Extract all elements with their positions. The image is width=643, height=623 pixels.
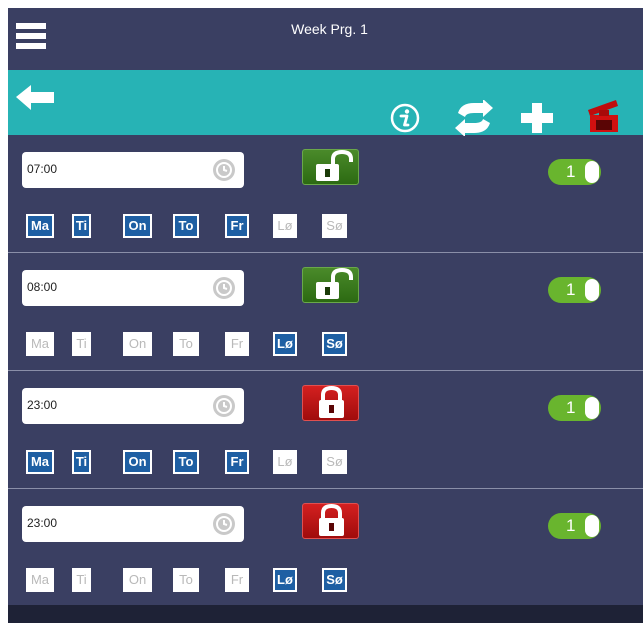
schedule-row: 07:00 1 Ma Ti On To Fr Lø Sø (8, 135, 643, 253)
time-value: 23:00 (27, 516, 58, 530)
time-value: 23:00 (27, 398, 58, 412)
day-toggle[interactable]: Sø (322, 568, 347, 592)
lock-closed-button[interactable] (302, 503, 359, 539)
day-toggle[interactable]: To (173, 214, 199, 238)
day-toggle[interactable]: Lø (273, 568, 297, 592)
info-icon[interactable] (390, 103, 420, 133)
clock-icon[interactable] (212, 158, 236, 182)
clock-icon[interactable] (212, 276, 236, 300)
toolbar (8, 70, 643, 136)
day-toggle[interactable]: Ti (72, 450, 91, 474)
lock-open-icon (303, 267, 360, 308)
clock-icon[interactable] (212, 394, 236, 418)
day-toggle[interactable]: To (173, 450, 199, 474)
lock-closed-icon (303, 385, 360, 426)
enable-toggle[interactable]: 1 (548, 395, 601, 421)
time-input[interactable]: 23:00 (22, 506, 244, 542)
day-toggle[interactable]: Ma (26, 568, 54, 592)
day-toggle[interactable]: Fr (225, 214, 249, 238)
lock-open-button[interactable] (302, 267, 359, 303)
day-toggle[interactable]: On (123, 568, 152, 592)
day-toggle[interactable]: Ti (72, 214, 91, 238)
schedule-row: 23:00 1 Ma Ti On To Fr Lø Sø (8, 489, 643, 607)
day-toggle[interactable]: Sø (322, 450, 347, 474)
day-toggle[interactable]: On (123, 332, 152, 356)
day-toggle[interactable]: Lø (273, 332, 297, 356)
lock-closed-icon (303, 503, 360, 544)
schedule-list: 07:00 1 Ma Ti On To Fr Lø Sø 08:00 1 Ma Ti On To Fr Lø Sø… (8, 135, 643, 607)
schedule-row: 23:00 1 Ma Ti On To Fr Lø Sø (8, 371, 643, 489)
lock-open-button[interactable] (302, 149, 359, 185)
toggle-label: 1 (566, 516, 576, 535)
sync-icon[interactable] (453, 100, 495, 136)
add-icon[interactable] (520, 102, 554, 134)
day-toggle[interactable]: On (123, 214, 152, 238)
clock-icon[interactable] (212, 512, 236, 536)
enable-toggle[interactable]: 1 (548, 277, 601, 303)
schedule-row: 08:00 1 Ma Ti On To Fr Lø Sø (8, 253, 643, 371)
lock-open-icon (303, 149, 360, 190)
day-toggle[interactable]: Ma (26, 332, 54, 356)
toggle-label: 1 (566, 398, 576, 417)
day-toggle[interactable]: Lø (273, 450, 297, 474)
day-toggle[interactable]: Ma (26, 450, 54, 474)
time-input[interactable]: 08:00 (22, 270, 244, 306)
time-input[interactable]: 07:00 (22, 152, 244, 188)
enable-toggle[interactable]: 1 (548, 159, 601, 185)
time-value: 07:00 (27, 162, 58, 176)
toggle-label: 1 (566, 162, 576, 181)
toggle-label: 1 (566, 280, 576, 299)
day-toggle[interactable]: On (123, 450, 152, 474)
day-toggle[interactable]: To (173, 568, 199, 592)
back-arrow-icon[interactable] (16, 84, 56, 114)
day-toggle[interactable]: To (173, 332, 199, 356)
day-toggle[interactable]: Lø (273, 214, 297, 238)
day-toggle[interactable]: Sø (322, 214, 347, 238)
day-toggle[interactable]: Fr (225, 568, 249, 592)
title-bar: Week Prg. 1 (8, 8, 643, 70)
toggle-knob (585, 515, 599, 537)
day-toggle[interactable]: Ti (72, 332, 91, 356)
app-window: Week Prg. 1 07:00 1 Ma Ti On To Fr Lø Sø 08:00 1 Ma… (8, 8, 643, 623)
time-input[interactable]: 23:00 (22, 388, 244, 424)
bottom-bar (8, 605, 643, 623)
toggle-knob (585, 279, 599, 301)
delete-icon[interactable] (586, 98, 622, 134)
enable-toggle[interactable]: 1 (548, 513, 601, 539)
day-toggle[interactable]: Ma (26, 214, 54, 238)
page-title: Week Prg. 1 (291, 21, 368, 37)
time-value: 08:00 (27, 280, 58, 294)
day-toggle[interactable]: Sø (322, 332, 347, 356)
toggle-knob (585, 397, 599, 419)
day-toggle[interactable]: Ti (72, 568, 91, 592)
lock-closed-button[interactable] (302, 385, 359, 421)
toggle-knob (585, 161, 599, 183)
day-toggle[interactable]: Fr (225, 450, 249, 474)
day-toggle[interactable]: Fr (225, 332, 249, 356)
